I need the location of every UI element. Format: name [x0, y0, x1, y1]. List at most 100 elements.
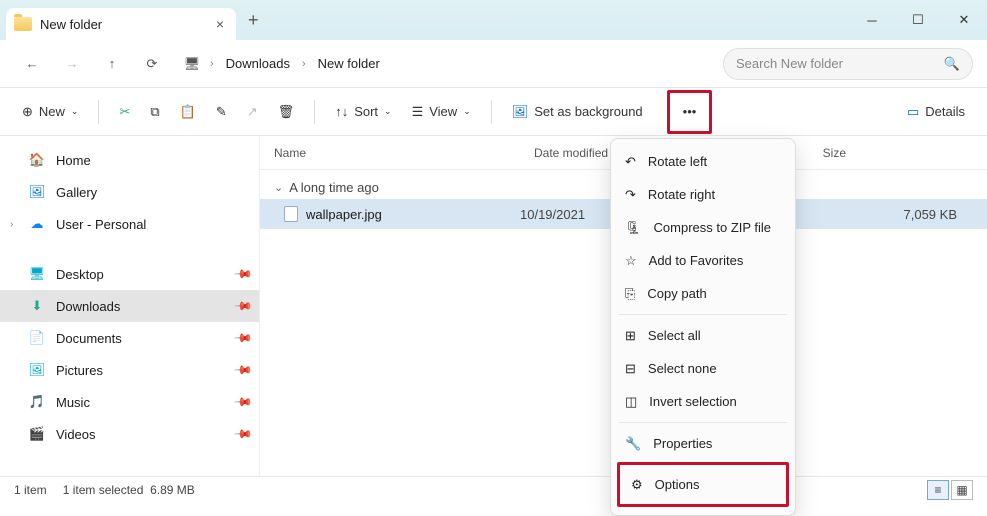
chevron-down-icon: ⌄ [274, 181, 283, 194]
toolbar: ⊕ New ⌄ ✂ ⧉ 📋 ✎ ↗ 🗑 ↑↓ Sort ⌄ ☰ View ⌄ 🖼… [0, 88, 987, 136]
videos-icon: 🎬 [28, 425, 46, 443]
select-none-icon: ⊟ [625, 361, 636, 377]
pin-icon: 📌 [233, 328, 253, 348]
up-button[interactable]: ↑ [94, 48, 130, 80]
view-button[interactable]: ☰ View ⌄ [404, 96, 479, 128]
pin-icon: 📌 [233, 392, 253, 412]
delete-button[interactable]: 🗑 [270, 96, 303, 128]
sidebar-item-gallery[interactable]: 🖼Gallery [0, 176, 259, 208]
rotate-right-icon: ↷ [625, 187, 636, 203]
copy-icon: ⧉ [150, 104, 159, 120]
pc-icon[interactable]: 🖥 [180, 48, 204, 80]
gear-icon: ⚙ [631, 477, 643, 493]
pictures-icon: 🖼 [28, 361, 46, 379]
menu-select-all[interactable]: ⊞Select all [611, 319, 795, 352]
forward-button[interactable]: → [54, 48, 90, 80]
share-button[interactable]: ↗ [239, 96, 266, 128]
menu-invert[interactable]: ◫Invert selection [611, 385, 795, 418]
cloud-icon: ☁ [28, 215, 46, 233]
col-name[interactable]: Name [260, 146, 520, 160]
details-pane-button[interactable]: ▭ Details [899, 96, 973, 128]
path-icon: ⎘ [625, 286, 635, 302]
breadcrumb-downloads[interactable]: Downloads [220, 52, 296, 75]
chevron-down-icon: ⌄ [384, 106, 392, 117]
back-button[interactable]: ← [14, 48, 50, 80]
plus-circle-icon: ⊕ [22, 104, 33, 120]
title-bar: New folder × + ─ ☐ ✕ [0, 0, 987, 40]
cut-icon: ✂ [119, 104, 130, 120]
home-icon: 🏠 [28, 151, 46, 169]
pin-icon: 📌 [233, 296, 253, 316]
menu-rotate-left[interactable]: ↶Rotate left [611, 145, 795, 178]
minimize-button[interactable]: ─ [849, 0, 895, 40]
trash-icon: 🗑 [278, 104, 295, 120]
star-icon: ☆ [625, 253, 637, 269]
download-icon: ⬇ [28, 297, 46, 315]
status-selected: 1 item selected 6.89 MB [63, 483, 195, 497]
picture-icon: 🖼 [512, 104, 529, 120]
file-icon [284, 206, 298, 222]
chevron-down-icon: ⌄ [71, 106, 79, 117]
menu-compress[interactable]: 🗜Compress to ZIP file [611, 211, 795, 244]
new-button[interactable]: ⊕ New ⌄ [14, 96, 86, 128]
menu-options[interactable]: ⚙Options [623, 468, 783, 501]
view-grid-button[interactable]: ▦ [951, 480, 973, 500]
menu-rotate-right[interactable]: ↷Rotate right [611, 178, 795, 211]
status-bar: 1 item 1 item selected 6.89 MB ≡ ▦ [0, 476, 987, 502]
share-icon: ↗ [247, 104, 258, 120]
close-button[interactable]: ✕ [941, 0, 987, 40]
rotate-left-icon: ↶ [625, 154, 636, 170]
sort-button[interactable]: ↑↓ Sort ⌄ [327, 96, 399, 128]
pin-icon: 📌 [233, 424, 253, 444]
sidebar-item-desktop[interactable]: 🖥Desktop📌 [0, 258, 259, 290]
rename-button[interactable]: ✎ [208, 96, 235, 128]
paste-icon: 📋 [180, 104, 196, 120]
more-button[interactable]: ••• [673, 96, 707, 128]
sort-icon: ↑↓ [335, 104, 348, 119]
breadcrumb: 🖥 › Downloads › New folder [180, 48, 719, 80]
details-icon: ▭ [907, 104, 919, 120]
documents-icon: 📄 [28, 329, 46, 347]
wrench-icon: 🔧 [625, 436, 641, 452]
chevron-down-icon: ⌄ [463, 106, 471, 117]
view-icon: ☰ [412, 104, 424, 120]
cut-button[interactable]: ✂ [111, 96, 138, 128]
sidebar-item-music[interactable]: 🎵Music📌 [0, 386, 259, 418]
copy-button[interactable]: ⧉ [142, 96, 167, 128]
new-tab-button[interactable]: + [248, 10, 259, 31]
pin-icon: 📌 [233, 360, 253, 380]
menu-select-none[interactable]: ⊟Select none [611, 352, 795, 385]
sidebar-item-home[interactable]: 🏠Home [0, 144, 259, 176]
refresh-button[interactable]: ⟳ [134, 48, 170, 80]
tab-close-icon[interactable]: × [216, 16, 224, 32]
set-background-button[interactable]: 🖼 Set as background [504, 96, 651, 128]
gallery-icon: 🖼 [28, 183, 46, 201]
sidebar: 🏠Home 🖼Gallery ›☁User - Personal 🖥Deskto… [0, 136, 260, 476]
search-icon: 🔍 [944, 56, 960, 72]
sidebar-item-user[interactable]: ›☁User - Personal [0, 208, 259, 240]
menu-favorites[interactable]: ☆Add to Favorites [611, 244, 795, 277]
sidebar-item-pictures[interactable]: 🖼Pictures📌 [0, 354, 259, 386]
chevron-right-icon[interactable]: › [10, 219, 13, 230]
view-list-button[interactable]: ≡ [927, 480, 949, 500]
paste-button[interactable]: 📋 [172, 96, 204, 128]
folder-icon [14, 17, 32, 31]
select-all-icon: ⊞ [625, 328, 636, 344]
nav-bar: ← → ↑ ⟳ 🖥 › Downloads › New folder Searc… [0, 40, 987, 88]
sidebar-item-videos[interactable]: 🎬Videos📌 [0, 418, 259, 450]
search-placeholder: Search New folder [736, 56, 944, 71]
chevron-right-icon: › [302, 58, 306, 70]
window-controls: ─ ☐ ✕ [849, 0, 987, 40]
menu-properties[interactable]: 🔧Properties [611, 427, 795, 460]
menu-copy-path[interactable]: ⎘Copy path [611, 277, 795, 310]
breadcrumb-newfolder[interactable]: New folder [312, 52, 386, 75]
chevron-right-icon: › [210, 58, 214, 70]
tab[interactable]: New folder × [6, 8, 236, 40]
maximize-button[interactable]: ☐ [895, 0, 941, 40]
desktop-icon: 🖥 [28, 265, 46, 283]
sidebar-item-downloads[interactable]: ⬇Downloads📌 [0, 290, 259, 322]
search-input[interactable]: Search New folder 🔍 [723, 48, 973, 80]
music-icon: 🎵 [28, 393, 46, 411]
sidebar-item-documents[interactable]: 📄Documents📌 [0, 322, 259, 354]
highlight-box-options: ⚙Options [617, 462, 789, 507]
